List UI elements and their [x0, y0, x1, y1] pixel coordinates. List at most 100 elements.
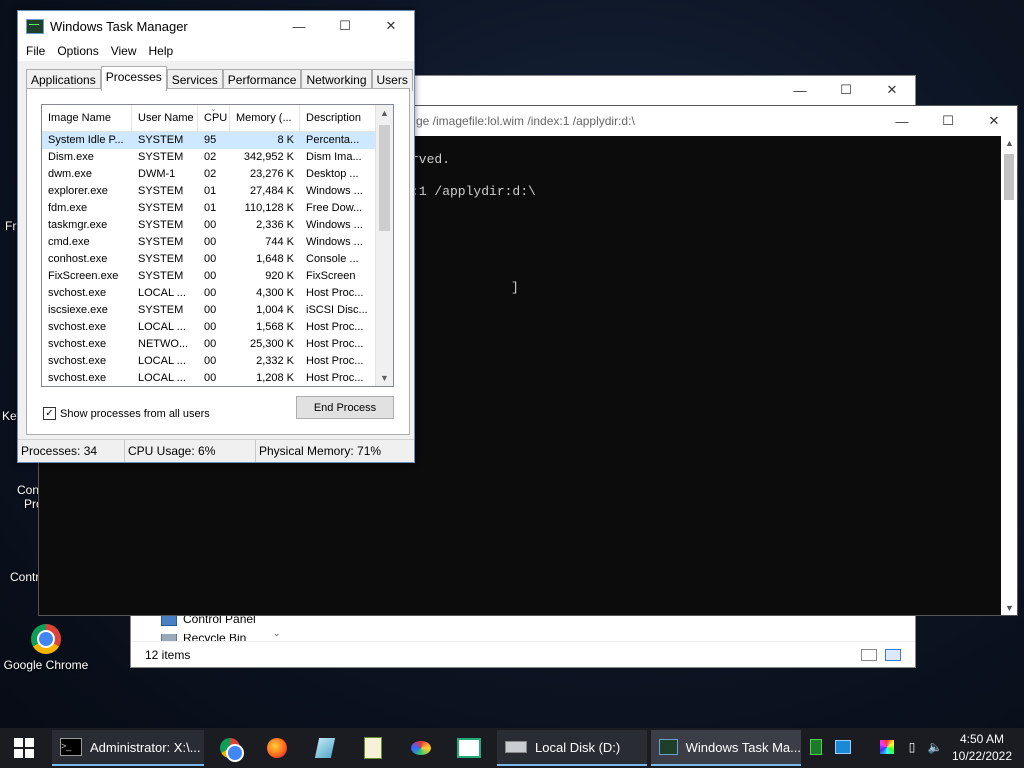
table-row[interactable]: cmd.exe SYSTEM 00 744 K Windows ... — [42, 234, 375, 251]
taskbar-button-cmd[interactable]: >_ Administrator: X:\... — [52, 730, 204, 766]
large-icons-view-icon[interactable] — [885, 648, 901, 661]
cell-description: Desktop ... — [306, 168, 359, 180]
table-row[interactable]: explorer.exe SYSTEM 01 27,484 K Windows ... — [42, 183, 375, 200]
table-row[interactable]: svchost.exe LOCAL ... 00 2,332 K Host Proc..… — [42, 353, 375, 370]
end-process-button[interactable]: End Process — [296, 396, 394, 419]
taskbar: >_ Administrator: X:\... Local Disk (D:)… — [0, 728, 1024, 768]
taskbar-firefox[interactable] — [265, 736, 289, 760]
desktop-icon-label-fragment: Fr — [5, 219, 17, 233]
maximize-button[interactable]: ☐ — [925, 107, 971, 135]
show-all-users-checkbox[interactable]: ✓ Show processes from all users — [43, 407, 210, 420]
taskbar-button-explorer[interactable]: Local Disk (D:) — [497, 730, 647, 766]
cell-memory: 1,648 K — [256, 253, 294, 265]
cell-image-name: dwm.exe — [48, 168, 93, 180]
table-row[interactable]: conhost.exe SYSTEM 00 1,648 K Console ... — [42, 251, 375, 268]
tray-color-icon[interactable] — [878, 738, 896, 756]
minimize-button[interactable]: — — [777, 76, 823, 104]
process-list[interactable]: Image Name User Name CPU ⌄ Memory (... D… — [41, 104, 394, 387]
column-header-user-name[interactable]: User Name — [132, 105, 198, 131]
tab-processes[interactable]: Processes — [100, 66, 167, 91]
maximize-button[interactable]: ☐ — [322, 12, 368, 40]
desktop-icon-chrome[interactable]: Google Chrome — [2, 624, 90, 672]
minimize-button[interactable]: — — [879, 107, 925, 135]
column-header-cpu[interactable]: CPU ⌄ — [198, 105, 230, 131]
table-row[interactable]: FixScreen.exe SYSTEM 00 920 K FixScreen — [42, 268, 375, 285]
process-list-scrollbar[interactable]: ▲ ▼ — [375, 105, 393, 386]
table-row[interactable]: System Idle P... SYSTEM 95 8 K Percenta... — [42, 132, 375, 149]
cell-cpu: 00 — [204, 219, 217, 231]
menu-bar: File Options View Help — [18, 41, 414, 61]
chevron-down-icon[interactable]: ⌄ — [273, 628, 281, 639]
table-row[interactable]: iscsiexe.exe SYSTEM 00 1,004 K iSCSI Disc... — [42, 302, 375, 319]
table-row[interactable]: svchost.exe NETWO... 00 25,300 K Host Proc..… — [42, 336, 375, 353]
taskbar-app-paint[interactable] — [409, 736, 433, 760]
scroll-up-icon[interactable]: ▲ — [376, 108, 393, 118]
window-app-icon — [457, 738, 481, 758]
table-row[interactable]: dwm.exe DWM-1 02 23,276 K Desktop ... — [42, 166, 375, 183]
task-manager-window[interactable]: Windows Task Manager — ☐ ✕ File Options … — [17, 10, 415, 463]
checkbox[interactable]: ✓ — [43, 407, 56, 420]
cell-cpu: 02 — [204, 151, 217, 163]
cell-user-name: SYSTEM — [138, 253, 184, 265]
cell-memory: 8 K — [277, 134, 294, 146]
table-row[interactable]: svchost.exe LOCAL ... 00 1,568 K Host Proc..… — [42, 319, 375, 336]
taskbar-app-notes[interactable] — [313, 736, 337, 760]
process-list-body: System Idle P... SYSTEM 95 8 K Percenta... Di… — [42, 132, 375, 386]
cell-description: Host Proc... — [306, 321, 364, 333]
cell-image-name: iscsiexe.exe — [48, 304, 108, 316]
taskbar-app-window[interactable] — [457, 736, 481, 760]
scroll-down-icon[interactable]: ▼ — [1005, 603, 1014, 613]
cell-cpu: 00 — [204, 372, 217, 384]
details-view-icon[interactable] — [861, 648, 877, 661]
task-manager-titlebar[interactable]: Windows Task Manager — ☐ ✕ — [18, 11, 414, 41]
scroll-up-icon[interactable]: ▲ — [1005, 138, 1014, 148]
close-button[interactable]: ✕ — [368, 12, 414, 40]
cell-user-name: SYSTEM — [138, 151, 184, 163]
firefox-icon — [267, 738, 287, 758]
taskbar-clock[interactable]: 4:50 AM 10/22/2022 — [948, 731, 1016, 765]
notes-icon — [314, 738, 336, 758]
taskbar-button-label: Windows Task Ma... — [685, 739, 801, 755]
cell-cpu: 02 — [204, 168, 217, 180]
speaker-muted-icon[interactable]: 🔈 — [926, 738, 944, 756]
close-button[interactable]: ✕ — [869, 76, 915, 104]
menu-options[interactable]: Options — [51, 44, 104, 58]
chrome-icon — [220, 738, 242, 760]
process-list-header: Image Name User Name CPU ⌄ Memory (... D… — [42, 105, 375, 132]
tray-app-icon[interactable] — [834, 738, 852, 756]
scrollbar-thumb[interactable] — [1004, 154, 1014, 200]
table-row[interactable]: svchost.exe LOCAL ... 00 1,208 K Host Proc..… — [42, 370, 375, 386]
menu-file[interactable]: File — [20, 44, 51, 58]
close-button[interactable]: ✕ — [971, 107, 1017, 135]
cell-image-name: fdm.exe — [48, 202, 88, 214]
cell-user-name: LOCAL ... — [138, 321, 186, 333]
start-button[interactable] — [12, 736, 36, 760]
column-header-image-name[interactable]: Image Name — [42, 105, 132, 131]
cell-memory: 1,004 K — [256, 304, 294, 316]
cell-image-name: svchost.exe — [48, 355, 107, 367]
taskbar-chrome[interactable] — [218, 736, 242, 760]
maximize-button[interactable]: ☐ — [823, 76, 869, 104]
table-row[interactable]: fdm.exe SYSTEM 01 110,128 K Free Dow... — [42, 200, 375, 217]
table-row[interactable]: Dism.exe SYSTEM 02 342,952 K Dism Ima... — [42, 149, 375, 166]
table-row[interactable]: taskmgr.exe SYSTEM 00 2,336 K Windows ... — [42, 217, 375, 234]
cell-memory: 2,336 K — [256, 219, 294, 231]
console-scrollbar[interactable]: ▲ ▼ — [1001, 136, 1017, 615]
cell-image-name: svchost.exe — [48, 372, 107, 384]
column-header-memory[interactable]: Memory (... — [230, 105, 300, 131]
cell-memory: 25,300 K — [249, 338, 294, 350]
scrollbar-thumb[interactable] — [379, 125, 390, 231]
cell-cpu: 00 — [204, 236, 217, 248]
taskbar-app-notepad[interactable] — [361, 736, 385, 760]
tray-app-icon[interactable] — [807, 738, 825, 756]
task-manager-app-icon — [26, 18, 44, 34]
cell-description: Host Proc... — [306, 287, 364, 299]
taskbar-button-task-manager[interactable]: Windows Task Ma... — [651, 730, 801, 766]
column-header-description[interactable]: Description — [300, 105, 375, 131]
minimize-button[interactable]: — — [276, 12, 322, 40]
menu-help[interactable]: Help — [143, 44, 180, 58]
table-row[interactable]: svchost.exe LOCAL ... 00 4,300 K Host Proc..… — [42, 285, 375, 302]
menu-view[interactable]: View — [105, 44, 143, 58]
scroll-down-icon[interactable]: ▼ — [376, 373, 393, 383]
usb-icon[interactable]: ▯ — [903, 738, 921, 756]
